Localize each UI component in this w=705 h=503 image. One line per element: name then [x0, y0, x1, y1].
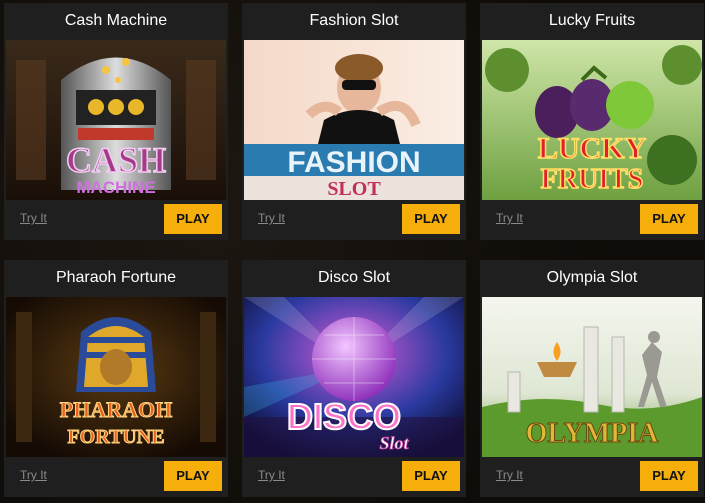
try-it-link[interactable]: Try It: [496, 211, 523, 225]
play-button[interactable]: PLAY: [402, 204, 460, 234]
logo-text-line2: Slot: [379, 433, 409, 453]
play-button[interactable]: PLAY: [164, 461, 222, 491]
play-button[interactable]: PLAY: [402, 461, 460, 491]
game-card-cash-machine: Cash Machine CASH MACHINE Try It PLAY: [4, 3, 228, 240]
game-card-pharaoh-fortune: Pharaoh Fortune PHARAOH FORTUNE Try It P…: [4, 260, 228, 497]
game-thumbnail-pharaoh-fortune[interactable]: PHARAOH FORTUNE: [6, 297, 226, 457]
play-button[interactable]: PLAY: [640, 461, 698, 491]
try-it-link[interactable]: Try It: [496, 468, 523, 482]
game-thumbnail-lucky-fruits[interactable]: LUCKY FRUITS: [482, 40, 702, 200]
disco-slot-artwork: DISCO Slot: [244, 297, 464, 457]
game-title: Cash Machine: [64, 12, 168, 29]
play-button[interactable]: PLAY: [640, 204, 698, 234]
logo-text-line2: MACHINE: [76, 178, 155, 197]
game-card-olympia-slot: Olympia Slot OLYMPIA Try It PLAY: [480, 260, 704, 497]
game-card-disco-slot: Disco Slot DISCO Slot Try It PLAY: [242, 260, 466, 497]
game-title: Fashion Slot: [309, 12, 399, 29]
logo-text-line1: LUCKY: [538, 132, 647, 165]
logo-text-line1: OLYMPIA: [526, 418, 660, 449]
game-thumbnail-olympia-slot[interactable]: OLYMPIA: [482, 297, 702, 457]
game-grid: Cash Machine CASH MACHINE Try It PLAY Fa…: [0, 0, 705, 503]
logo-text-line1: PHARAOH: [60, 397, 172, 422]
logo-text-line2: FORTUNE: [67, 426, 164, 448]
lucky-fruits-artwork: LUCKY FRUITS: [482, 40, 702, 200]
try-it-link[interactable]: Try It: [258, 211, 285, 225]
game-card-lucky-fruits: Lucky Fruits LUCKY FRUITS Try It PLAY: [480, 3, 704, 240]
logo-text-line2: SLOT: [327, 178, 381, 200]
logo-text-line1: DISCO: [287, 396, 401, 437]
fashion-slot-artwork: FASHION SLOT: [244, 40, 464, 200]
try-it-link[interactable]: Try It: [20, 468, 47, 482]
game-thumbnail-disco-slot[interactable]: DISCO Slot: [244, 297, 464, 457]
pharaoh-fortune-artwork: PHARAOH FORTUNE: [6, 297, 226, 457]
try-it-link[interactable]: Try It: [20, 211, 47, 225]
game-card-fashion-slot: Fashion Slot FASHION SLOT Try It PLAY: [242, 3, 466, 240]
game-title: Disco Slot: [317, 269, 391, 286]
game-thumbnail-fashion-slot[interactable]: FASHION SLOT: [244, 40, 464, 200]
game-thumbnail-cash-machine[interactable]: CASH MACHINE: [6, 40, 226, 200]
game-title: Pharaoh Fortune: [55, 269, 177, 286]
olympia-slot-artwork: OLYMPIA: [482, 297, 702, 457]
game-title: Lucky Fruits: [548, 12, 636, 29]
logo-text-line1: FASHION: [287, 146, 420, 179]
play-button[interactable]: PLAY: [164, 204, 222, 234]
game-title: Olympia Slot: [546, 269, 638, 286]
try-it-link[interactable]: Try It: [258, 468, 285, 482]
logo-text-line1: CASH: [66, 140, 166, 180]
cash-machine-artwork: CASH MACHINE: [6, 40, 226, 200]
logo-text-line2: FRUITS: [541, 164, 644, 195]
